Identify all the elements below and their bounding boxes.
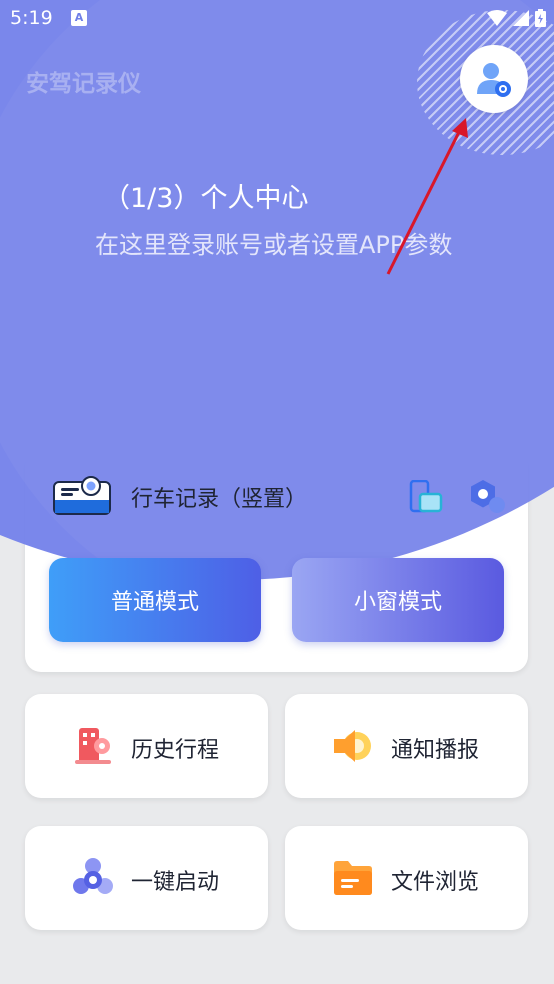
notification-icon: A (71, 10, 87, 26)
dashcam-icon (53, 476, 113, 516)
folder-icon (331, 856, 375, 904)
guide-step-title: （1/3）个人中心 (103, 183, 309, 214)
user-settings-icon (477, 63, 511, 97)
battery-icon (535, 9, 546, 27)
tile-label: 一键启动 (131, 870, 220, 895)
normal-mode-button[interactable]: 普通模式 (49, 558, 261, 642)
tile-notification-broadcast[interactable]: 通知播报 (285, 694, 528, 798)
status-icons (487, 9, 546, 27)
tile-history-trips[interactable]: 历史行程 (25, 694, 268, 798)
settings-icon[interactable] (467, 479, 507, 519)
profile-button[interactable] (460, 45, 528, 113)
tile-quick-start[interactable]: 一键启动 (25, 826, 268, 930)
status-bar: 5:19 A (0, 0, 554, 36)
speaker-icon (331, 724, 375, 772)
pointer-arrow-icon (386, 118, 468, 275)
quick-start-icon (71, 856, 115, 904)
dashcam-title: 行车记录（竖置） (131, 487, 308, 512)
mini-mode-button[interactable]: 小窗模式 (292, 558, 504, 642)
tile-label: 文件浏览 (391, 870, 480, 895)
tile-label: 历史行程 (131, 738, 220, 763)
app-title: 安驾记录仪 (26, 71, 141, 97)
status-time: 5:19 (10, 7, 53, 29)
wifi-icon (487, 10, 507, 26)
app-screen: 5:19 A 历史行程 通知播报 一键启动 文件浏览 行车记录（竖置） 普通模式… (0, 0, 554, 984)
building-pin-icon (71, 724, 115, 772)
rotate-device-icon[interactable] (408, 479, 444, 518)
tile-file-browser[interactable]: 文件浏览 (285, 826, 528, 930)
signal-icon (513, 10, 529, 26)
tile-label: 通知播报 (391, 738, 480, 763)
